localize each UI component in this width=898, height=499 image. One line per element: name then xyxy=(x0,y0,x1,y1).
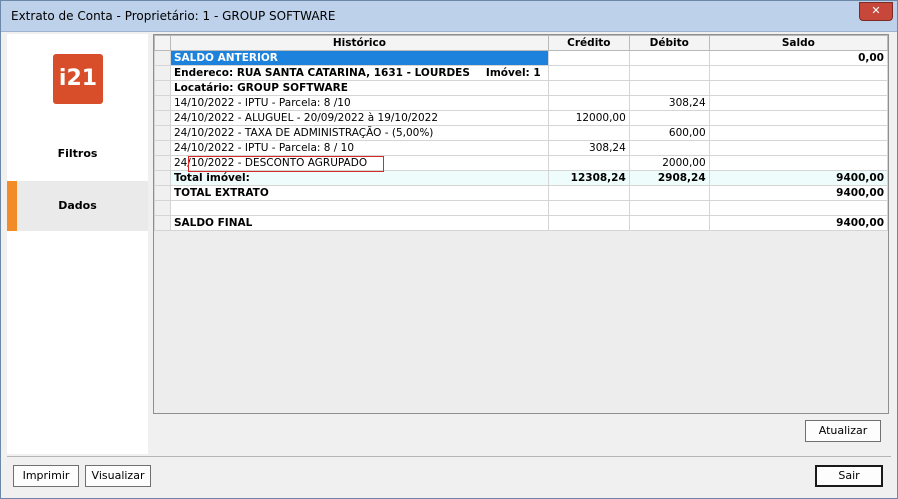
row-indicator[interactable] xyxy=(154,125,171,141)
imprimir-button[interactable]: Imprimir xyxy=(13,465,79,487)
credito-cell[interactable] xyxy=(547,95,630,111)
debito-cell[interactable] xyxy=(628,65,710,81)
historico-cell[interactable]: Endereco: RUA SANTA CATARINA, 1631 - LOU… xyxy=(169,65,549,81)
debito-cell[interactable] xyxy=(628,200,710,216)
credito-cell[interactable] xyxy=(547,125,630,141)
close-button[interactable]: ✕ xyxy=(859,2,893,21)
table-row[interactable]: 24/10/2022 - ALUGUEL - 20/09/2022 à 19/1… xyxy=(154,110,888,126)
debito-cell[interactable] xyxy=(628,80,710,96)
table-row[interactable]: TOTAL EXTRATO 9400,00 xyxy=(154,185,888,201)
table-row[interactable]: SALDO FINAL 9400,00 xyxy=(154,215,888,231)
saldo-cell[interactable]: 0,00 xyxy=(708,50,888,66)
table-row[interactable]: 24/10/2022 - IPTU - Parcela: 8 / 10 308,… xyxy=(154,140,888,156)
column-header-credito[interactable]: Crédito xyxy=(547,35,630,51)
close-icon: ✕ xyxy=(871,4,881,17)
footer-divider xyxy=(7,456,891,457)
credito-cell[interactable]: 308,24 xyxy=(547,140,630,156)
table-row[interactable]: SALDO ANTERIOR 0,00 xyxy=(154,50,888,66)
row-indicator[interactable] xyxy=(154,200,171,216)
row-indicator[interactable] xyxy=(154,170,171,186)
credito-cell[interactable] xyxy=(547,155,630,171)
saldo-cell[interactable] xyxy=(708,80,888,96)
table-row[interactable]: Endereco: RUA SANTA CATARINA, 1631 - LOU… xyxy=(154,65,888,81)
row-indicator[interactable] xyxy=(154,50,171,66)
historico-cell[interactable] xyxy=(169,200,549,216)
atualizar-button[interactable]: Atualizar xyxy=(805,420,881,442)
debito-cell[interactable] xyxy=(628,140,710,156)
extrato-window: Extrato de Conta - Proprietário: 1 - GRO… xyxy=(0,0,898,499)
column-header-historico[interactable]: Histórico xyxy=(169,35,549,51)
column-header-saldo[interactable]: Saldo xyxy=(708,35,888,51)
historico-cell[interactable]: 24/10/2022 - ALUGUEL - 20/09/2022 à 19/1… xyxy=(169,110,549,126)
credito-cell[interactable] xyxy=(547,215,630,231)
historico-cell[interactable]: Locatário: GROUP SOFTWARE xyxy=(169,80,549,96)
table-row[interactable] xyxy=(154,200,888,216)
historico-cell[interactable]: SALDO FINAL xyxy=(169,215,549,231)
saldo-cell[interactable] xyxy=(708,155,888,171)
column-header-debito[interactable]: Débito xyxy=(628,35,710,51)
table-row[interactable]: 14/10/2022 - IPTU - Parcela: 8 /10 308,2… xyxy=(154,95,888,111)
debito-cell[interactable] xyxy=(628,185,710,201)
selected-indicator xyxy=(7,181,17,231)
table-row[interactable]: 24/10/2022 - TAXA DE ADMINISTRAÇÃO - (5,… xyxy=(154,125,888,141)
credito-cell[interactable]: 12308,24 xyxy=(547,170,630,186)
row-indicator[interactable] xyxy=(154,110,171,126)
visualizar-button[interactable]: Visualizar xyxy=(85,465,151,487)
credito-cell[interactable] xyxy=(547,65,630,81)
window-title: Extrato de Conta - Proprietário: 1 - GRO… xyxy=(11,9,336,23)
sidebar-item-label: Filtros xyxy=(57,147,98,160)
statement-table: Histórico Crédito Débito Saldo SALDO ANT… xyxy=(154,35,888,231)
debito-cell[interactable] xyxy=(628,110,710,126)
row-indicator[interactable] xyxy=(154,65,171,81)
sidebar: i21 Filtros Dados xyxy=(7,34,148,454)
saldo-cell[interactable]: 9400,00 xyxy=(708,170,888,186)
saldo-cell[interactable] xyxy=(708,65,888,81)
saldo-cell[interactable]: 9400,00 xyxy=(708,185,888,201)
row-indicator[interactable] xyxy=(154,155,171,171)
historico-cell[interactable]: Total imóvel: xyxy=(169,170,549,186)
app-logo: i21 xyxy=(53,54,103,104)
row-indicator[interactable] xyxy=(154,80,171,96)
sair-button[interactable]: Sair xyxy=(815,465,883,487)
saldo-cell[interactable]: 9400,00 xyxy=(708,215,888,231)
credito-cell[interactable]: 12000,00 xyxy=(547,110,630,126)
row-indicator[interactable] xyxy=(154,185,171,201)
header-row: Histórico Crédito Débito Saldo xyxy=(154,35,888,51)
row-indicator[interactable] xyxy=(154,215,171,231)
sidebar-item-dados[interactable]: Dados xyxy=(7,181,148,231)
debito-cell[interactable] xyxy=(628,215,710,231)
historico-cell[interactable]: SALDO ANTERIOR xyxy=(169,50,549,66)
sidebar-item-filtros[interactable]: Filtros xyxy=(7,134,148,174)
debito-cell[interactable]: 2908,24 xyxy=(628,170,710,186)
title-bar: Extrato de Conta - Proprietário: 1 - GRO… xyxy=(1,1,897,32)
statement-grid[interactable]: Histórico Crédito Débito Saldo SALDO ANT… xyxy=(153,34,889,414)
debito-cell[interactable]: 2000,00 xyxy=(628,155,710,171)
historico-cell[interactable]: 24/10/2022 - TAXA DE ADMINISTRAÇÃO - (5,… xyxy=(169,125,549,141)
address-text: Endereco: RUA SANTA CATARINA, 1631 - LOU… xyxy=(173,67,470,79)
credito-cell[interactable] xyxy=(547,185,630,201)
credito-cell[interactable] xyxy=(547,80,630,96)
imovel-label: Imóvel: 1 xyxy=(485,67,541,79)
credito-cell[interactable] xyxy=(547,50,630,66)
row-indicator-header xyxy=(154,35,171,51)
saldo-cell[interactable] xyxy=(708,140,888,156)
saldo-cell[interactable] xyxy=(708,110,888,126)
historico-cell[interactable]: TOTAL EXTRATO xyxy=(169,185,549,201)
saldo-cell[interactable] xyxy=(708,125,888,141)
historico-cell[interactable]: 24/10/2022 - IPTU - Parcela: 8 / 10 xyxy=(169,140,549,156)
sidebar-item-label: Dados xyxy=(58,199,97,212)
debito-cell[interactable] xyxy=(628,50,710,66)
debito-cell[interactable]: 600,00 xyxy=(628,125,710,141)
historico-cell[interactable]: 14/10/2022 - IPTU - Parcela: 8 /10 xyxy=(169,95,549,111)
highlight-box xyxy=(188,156,384,172)
table-row[interactable]: Total imóvel: 12308,24 2908,24 9400,00 xyxy=(154,170,888,186)
row-indicator[interactable] xyxy=(154,140,171,156)
credito-cell[interactable] xyxy=(547,200,630,216)
row-indicator[interactable] xyxy=(154,95,171,111)
saldo-cell[interactable] xyxy=(708,95,888,111)
debito-cell[interactable]: 308,24 xyxy=(628,95,710,111)
saldo-cell[interactable] xyxy=(708,200,888,216)
table-row[interactable]: Locatário: GROUP SOFTWARE xyxy=(154,80,888,96)
